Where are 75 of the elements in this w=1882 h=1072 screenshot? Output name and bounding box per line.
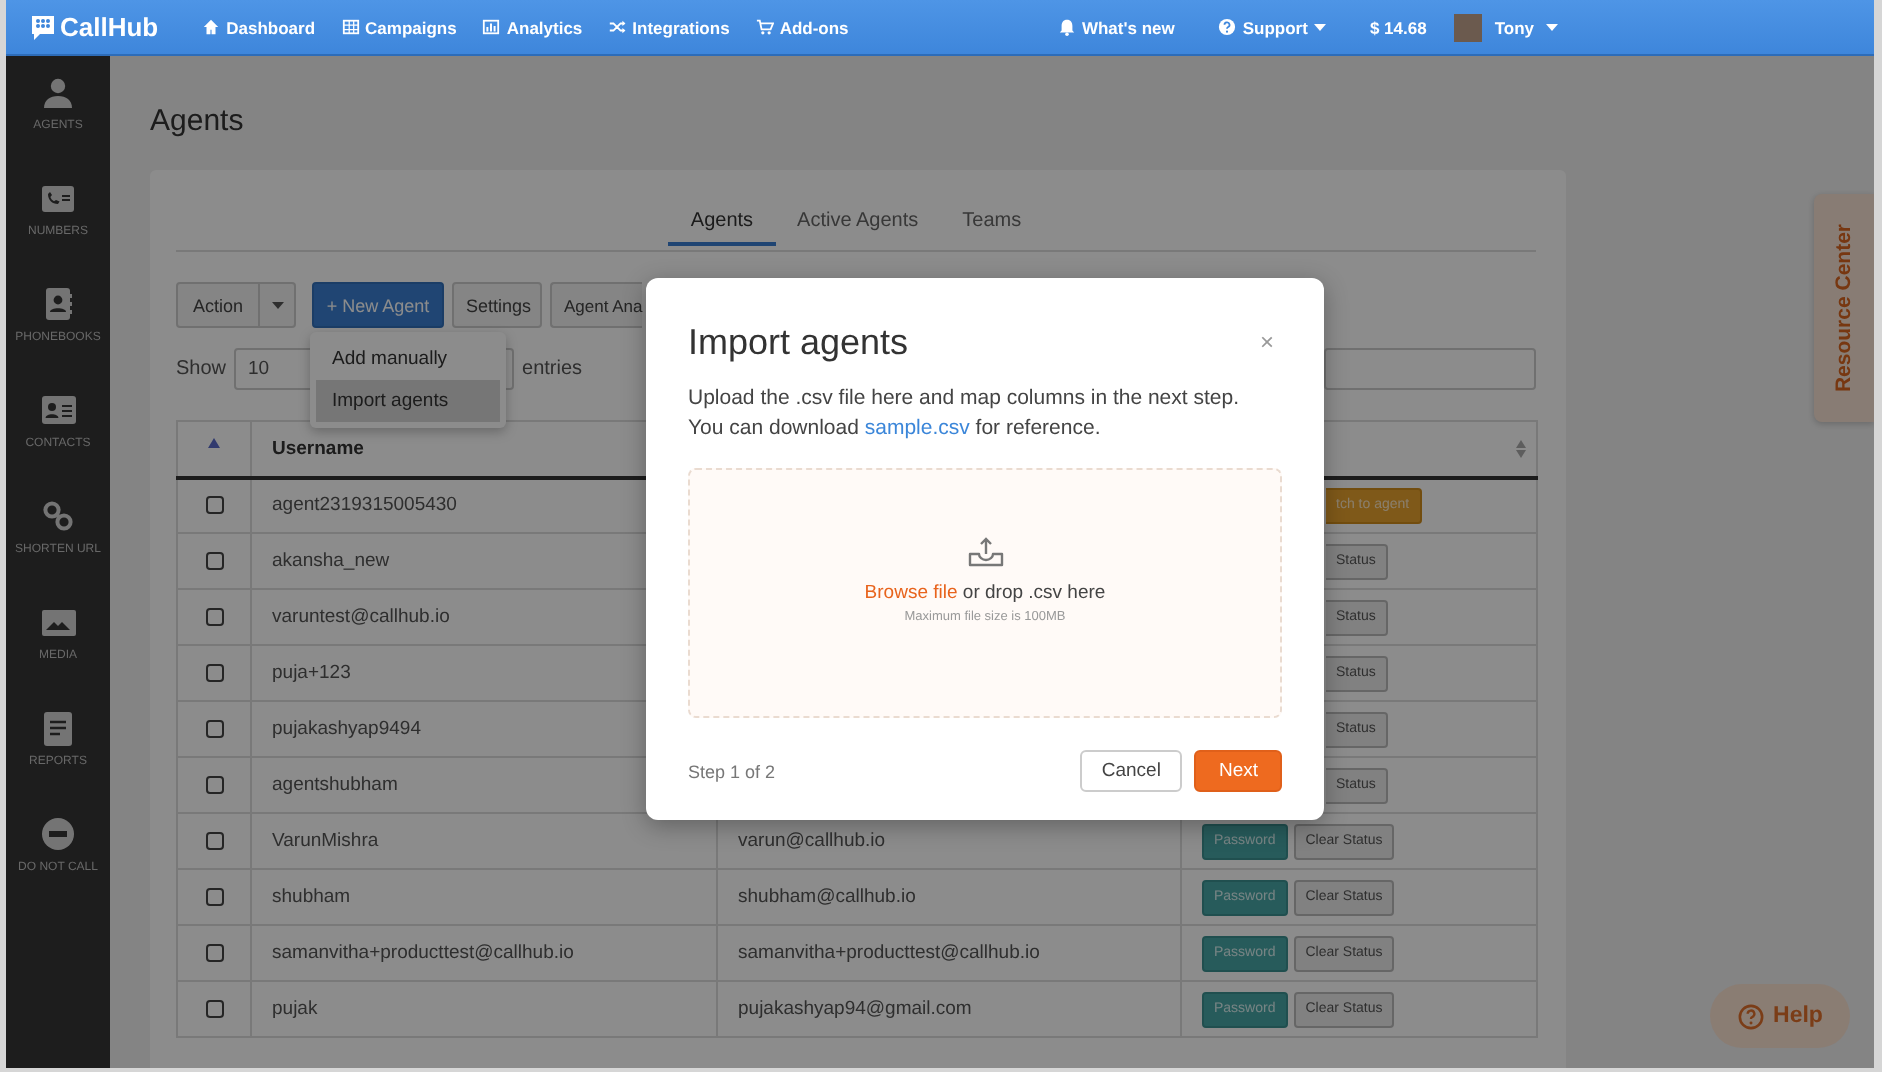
nav-link[interactable]: Dashboard: [202, 17, 316, 37]
nav-link[interactable]: Campaigns: [341, 17, 457, 37]
help-button[interactable]: Help: [1710, 984, 1850, 1048]
grid-icon: [341, 18, 360, 36]
image-icon: [41, 609, 75, 635]
resource-center-label: Resource Center: [1832, 223, 1856, 393]
shuffle-icon: [608, 18, 627, 36]
page-title: Agents: [150, 104, 246, 140]
nav-link[interactable]: Add-ons: [755, 17, 849, 37]
table-cell: shubham@callhub.io: [717, 869, 1181, 925]
phone-card-icon: [42, 185, 74, 211]
caret-icon: [1546, 23, 1558, 31]
settings-button[interactable]: Settings: [452, 282, 542, 328]
document-icon: [44, 711, 72, 745]
support-menu[interactable]: Support: [1218, 17, 1326, 37]
address-book-icon: [43, 288, 73, 320]
home-icon: [202, 18, 221, 36]
tab[interactable]: Agents: [668, 204, 776, 246]
row-checkbox[interactable]: [205, 887, 223, 906]
bell-icon: [1057, 18, 1076, 36]
row-checkbox[interactable]: [205, 831, 223, 850]
chain-link-icon: [42, 500, 74, 532]
modal-title: Import agents: [688, 321, 909, 363]
user-menu[interactable]: Tony: [1454, 13, 1558, 41]
tab[interactable]: Active Agents: [775, 204, 941, 246]
row-checkbox[interactable]: [205, 607, 223, 626]
bar-chart-icon: [482, 18, 501, 36]
next-button[interactable]: Next: [1194, 750, 1282, 792]
upload-icon: [967, 536, 1003, 568]
agent-analytics-button[interactable]: Agent Ana: [550, 282, 643, 328]
row-checkbox[interactable]: [205, 663, 223, 682]
row-checkbox[interactable]: [205, 496, 223, 515]
nav-link[interactable]: Analytics: [482, 17, 583, 37]
help-icon: [1218, 18, 1237, 36]
row-checkbox[interactable]: [205, 551, 223, 570]
browse-file-link[interactable]: Browse file: [864, 582, 958, 604]
nav-link[interactable]: Integrations: [608, 17, 730, 37]
sort-ascending-icon: [208, 438, 220, 448]
caret-icon: [271, 301, 283, 309]
row-checkbox[interactable]: [205, 775, 223, 794]
cancel-button[interactable]: Cancel: [1079, 750, 1183, 792]
row-checkbox[interactable]: [205, 719, 223, 738]
table-cell: samanvitha+producttest@callhub.io: [717, 925, 1181, 981]
entries-label: entries: [522, 358, 583, 380]
modal-instructions: Upload the .csv file here and map columns in the next step.: [688, 384, 1241, 414]
avatar-icon: [1454, 13, 1483, 41]
menu-item[interactable]: Add manually: [316, 338, 500, 380]
new-agent-button[interactable]: + New Agent: [312, 282, 444, 328]
balance-text: $ 14.68: [1369, 17, 1427, 37]
whats-new-link[interactable]: What's new: [1057, 17, 1175, 37]
cart-icon: [755, 18, 774, 36]
show-label: Show: [176, 358, 227, 380]
logo-icon: [30, 13, 56, 41]
sample-csv-link[interactable]: sample.csv: [864, 416, 970, 440]
row-checkbox[interactable]: [205, 999, 223, 1018]
action-button[interactable]: Action: [176, 282, 260, 328]
dropdown-toggle[interactable]: [260, 282, 296, 328]
close-button[interactable]: ×: [1251, 321, 1282, 363]
tab[interactable]: Teams: [940, 204, 1044, 246]
contact-card-icon: [41, 396, 75, 424]
table-cell: pujakashyap94@gmail.com: [717, 981, 1181, 1037]
table-cell: pujak: [251, 981, 717, 1037]
search-field[interactable]: [1324, 348, 1536, 390]
menu-item[interactable]: Import agents: [316, 380, 500, 422]
table-cell: shubham: [251, 869, 717, 925]
help-icon: [1737, 1003, 1764, 1029]
row-checkbox[interactable]: [205, 943, 223, 962]
caret-icon: [1313, 23, 1326, 31]
no-entry-icon: [42, 818, 74, 850]
resource-center-tab[interactable]: Resource Center: [1814, 194, 1874, 422]
drop-instructions: Browse file or drop .csv here: [864, 582, 1106, 604]
logo-text: CallHub: [60, 12, 159, 42]
person-icon: [42, 76, 74, 108]
table-cell: samanvitha+producttest@callhub.io: [251, 925, 717, 981]
sort-icon: [1516, 439, 1526, 458]
